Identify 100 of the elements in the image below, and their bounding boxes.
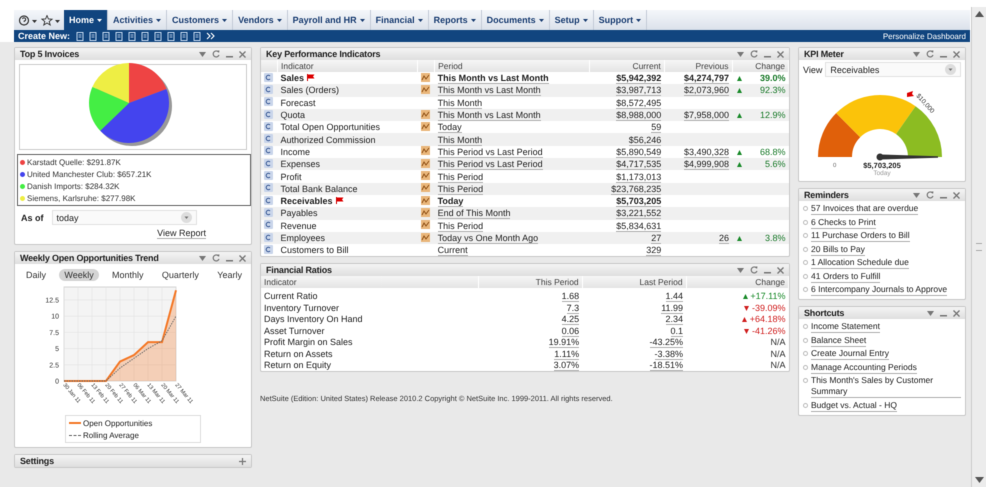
kpi-icon[interactable]: [264, 220, 273, 230]
trend-chart-icon[interactable]: [420, 72, 430, 82]
shortcut-link[interactable]: This Month's Sales by Customer Summary: [811, 375, 961, 398]
period-link[interactable]: This Month: [438, 134, 482, 146]
close-icon[interactable]: [953, 310, 960, 316]
plus-icon[interactable]: [239, 458, 246, 464]
document-icon[interactable]: [180, 32, 190, 40]
ratio-value-link[interactable]: 1.68: [562, 291, 580, 302]
period-link[interactable]: This Month vs Last Month: [438, 85, 541, 96]
kpi-icon[interactable]: [264, 72, 273, 82]
scroll-down-icon[interactable]: [974, 477, 984, 483]
kpi-icon[interactable]: [264, 97, 273, 106]
trend-chart-icon[interactable]: [420, 171, 430, 180]
ratio-value-link[interactable]: 19.91%: [548, 337, 580, 348]
dropdown-caret-icon[interactable]: [199, 256, 206, 260]
period-link[interactable]: Today vs One Month Ago: [438, 233, 538, 244]
reminder-link[interactable]: 41 Orders to Fulfill: [811, 270, 880, 282]
star-icon[interactable]: [41, 14, 61, 26]
reminder-link[interactable]: 1 Allocation Schedule due: [811, 257, 909, 269]
trend-chart-icon[interactable]: [420, 146, 430, 156]
shortcut-link[interactable]: Balance Sheet: [811, 334, 866, 346]
trend-chart-icon[interactable]: [420, 183, 430, 192]
kpi-icon[interactable]: [264, 146, 273, 156]
dropdown-caret-icon[interactable]: [913, 192, 920, 198]
document-icon[interactable]: [193, 32, 202, 40]
dropdown-caret-icon[interactable]: [927, 310, 934, 316]
dropdown-caret-icon[interactable]: [737, 52, 744, 56]
kpi-icon[interactable]: [264, 171, 273, 180]
previous-value-link[interactable]: $4,999,908: [684, 159, 730, 170]
kpi-icon[interactable]: [264, 122, 273, 131]
trend-chart-icon[interactable]: [420, 84, 430, 94]
ratio-value-link[interactable]: 1.11%: [554, 348, 580, 360]
help-icon[interactable]: [18, 14, 38, 26]
view-dropdown[interactable]: Receivables: [825, 62, 961, 77]
trend-chart-icon[interactable]: [420, 158, 430, 168]
reminder-link[interactable]: 6 Intercompany Journals to Approve: [811, 284, 948, 296]
close-icon[interactable]: [953, 192, 960, 198]
current-value-link[interactable]: 27: [651, 233, 662, 244]
shortcut-link[interactable]: Create Journal Entry: [811, 348, 889, 360]
refresh-icon[interactable]: [750, 50, 758, 58]
dropdown-caret-icon[interactable]: [199, 52, 206, 56]
more-chevron-icon[interactable]: [206, 32, 216, 40]
period-tab[interactable]: Quarterly: [156, 269, 204, 281]
dropdown-caret-icon[interactable]: [737, 268, 744, 273]
trend-chart-icon[interactable]: [420, 122, 430, 131]
close-icon[interactable]: [777, 266, 784, 274]
shortcut-link[interactable]: Manage Accounting Periods: [811, 362, 917, 374]
shortcut-link[interactable]: Budget vs. Actual - HQ: [811, 400, 897, 412]
document-icon[interactable]: [102, 32, 112, 40]
trend-chart-icon[interactable]: [420, 196, 430, 205]
document-icon[interactable]: [167, 32, 176, 40]
reminder-link[interactable]: 57 Invoices that are overdue: [811, 203, 918, 215]
reminder-link[interactable]: 6 Checks to Print: [811, 216, 876, 228]
reminder-link[interactable]: 11 Purchase Orders to Bill: [811, 230, 910, 242]
previous-value-link[interactable]: $2,073,960: [684, 85, 730, 96]
ratio-value-link[interactable]: 0.06: [562, 326, 580, 337]
current-value-link[interactable]: $4,717,535: [616, 159, 662, 170]
as-of-dropdown[interactable]: today: [52, 210, 196, 225]
current-value-link[interactable]: $3,987,713: [616, 85, 662, 96]
reminder-link[interactable]: 20 Bills to Pay: [811, 244, 865, 256]
kpi-icon[interactable]: [264, 244, 273, 254]
scroll-up-icon[interactable]: [974, 11, 984, 17]
kpi-icon[interactable]: [264, 84, 273, 94]
close-icon[interactable]: [953, 50, 960, 58]
previous-value-link[interactable]: 26: [719, 233, 730, 244]
personalize-dashboard-link[interactable]: Personalize Dashboard: [882, 32, 966, 40]
document-icon[interactable]: [154, 32, 164, 40]
nav-tab[interactable]: Home: [64, 10, 108, 30]
document-icon[interactable]: [76, 32, 86, 40]
kpi-icon[interactable]: [264, 158, 273, 168]
shortcut-link[interactable]: Income Statement: [811, 321, 880, 333]
document-icon[interactable]: [128, 32, 138, 40]
refresh-icon[interactable]: [212, 254, 220, 262]
ratio-value-link[interactable]: -43.25%: [650, 337, 684, 348]
refresh-icon[interactable]: [926, 50, 934, 58]
ratio-value-link[interactable]: 11.99: [661, 302, 684, 314]
period-link[interactable]: This Period vs Last Period: [438, 159, 543, 170]
period-tab[interactable]: Weekly: [59, 269, 99, 281]
scroll-grip-icon[interactable]: [976, 243, 982, 251]
dropdown-caret-icon[interactable]: [913, 52, 920, 56]
refresh-icon[interactable]: [750, 266, 758, 274]
period-link[interactable]: Current: [438, 245, 468, 256]
view-report-link[interactable]: View Report: [157, 228, 206, 239]
refresh-icon[interactable]: [212, 50, 220, 58]
period-link[interactable]: This Month vs Last Month: [438, 110, 541, 122]
document-icon[interactable]: [141, 32, 150, 40]
document-icon[interactable]: [115, 32, 124, 40]
ratio-value-link[interactable]: 3.07%: [554, 360, 580, 372]
trend-chart-icon[interactable]: [420, 208, 430, 217]
current-value-link[interactable]: 329: [646, 245, 662, 256]
ratio-value-link[interactable]: -18.51%: [650, 360, 684, 372]
period-tab[interactable]: Yearly: [212, 269, 247, 281]
kpi-icon[interactable]: [264, 232, 273, 242]
ratio-value-link[interactable]: 4.25: [562, 314, 580, 326]
kpi-icon[interactable]: [264, 110, 273, 119]
ratio-value-link[interactable]: 7.3: [566, 302, 580, 314]
kpi-icon[interactable]: [264, 183, 273, 192]
kpi-icon[interactable]: [264, 196, 273, 205]
kpi-icon[interactable]: [264, 208, 273, 217]
current-value-link[interactable]: $8,988,000: [616, 110, 662, 122]
